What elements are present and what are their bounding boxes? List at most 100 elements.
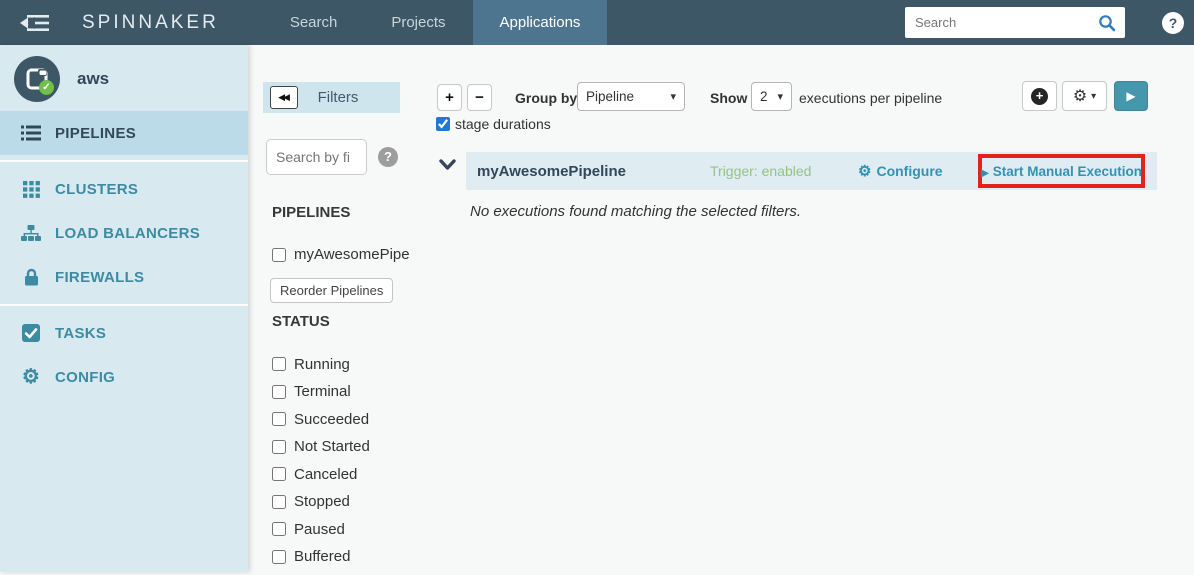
help-icon[interactable]: ? <box>1162 12 1184 34</box>
group-by-label: Group by <box>515 84 577 113</box>
sitemap-icon <box>19 225 43 242</box>
stage-durations-checkbox[interactable] <box>436 117 450 131</box>
filter-help-icon[interactable]: ? <box>378 147 398 167</box>
global-search-input[interactable] <box>905 15 1098 30</box>
list-icon <box>19 125 43 141</box>
status-row-succeeded[interactable]: Succeeded <box>272 410 370 428</box>
pipeline-group-row[interactable]: myAwesomePipeline Trigger: enabled ⚙ Con… <box>466 152 1157 190</box>
status-checkbox[interactable] <box>272 467 286 481</box>
circle-plus-icon: + <box>1031 88 1048 105</box>
status-row-running[interactable]: Running <box>272 355 370 373</box>
status-label: Canceled <box>294 466 357 483</box>
status-row-paused[interactable]: Paused <box>272 520 370 538</box>
start-manual-execution-label: Start Manual Execution <box>993 164 1142 179</box>
tab-projects[interactable]: Projects <box>364 0 472 45</box>
sidebar-item-label: PIPELINES <box>55 125 136 142</box>
sidebar-divider <box>0 304 248 306</box>
sidebar-item-config[interactable]: ⚙ CONFIG <box>0 355 248 399</box>
sidebar-item-pipelines[interactable]: PIPELINES <box>0 111 248 155</box>
gear-icon: ⚙ <box>1073 86 1087 106</box>
status-checkbox[interactable] <box>272 385 286 399</box>
show-label: Show <box>710 84 747 113</box>
app-brand: SPINNAKER <box>82 12 219 34</box>
chevron-down-icon: ▾ <box>777 90 783 103</box>
show-count-select[interactable]: 2 ▾ <box>751 82 792 111</box>
sidebar-item-label: FIREWALLS <box>55 269 144 286</box>
pipeline-filter-row[interactable]: myAwesomePipe <box>272 246 410 263</box>
status-checkbox[interactable] <box>272 550 286 564</box>
check-square-icon <box>19 324 43 342</box>
executions-main: + − Group by Pipeline ▾ Show 2 ▾ executi… <box>433 45 1194 572</box>
filters-panel: ◀◀ Filters ? PIPELINES myAwesomePipe Reo… <box>248 45 433 572</box>
search-icon[interactable] <box>1098 14 1116 32</box>
pipeline-name: myAwesomePipeline <box>477 163 626 180</box>
stage-durations-label: stage durations <box>455 116 551 132</box>
status-label: Terminal <box>294 383 351 400</box>
status-checkbox[interactable] <box>272 357 286 371</box>
sidebar-item-label: CONFIG <box>55 369 115 386</box>
filters-title: Filters <box>318 89 381 106</box>
status-row-stopped[interactable]: Stopped <box>272 493 370 511</box>
navbar-tabs: Search Projects Applications <box>263 0 608 45</box>
status-checkbox[interactable] <box>272 412 286 426</box>
status-row-buffered[interactable]: Buffered <box>272 548 370 566</box>
status-label: Paused <box>294 521 345 538</box>
start-execution-button[interactable]: ▶ <box>1114 81 1148 111</box>
app-sidebar: ✓ aws PIPELINES <box>0 45 248 572</box>
grid-icon <box>19 181 43 198</box>
status-label: Not Started <box>294 438 370 455</box>
sidebar-item-firewalls[interactable]: FIREWALLS <box>0 255 248 299</box>
pipeline-actions-button[interactable]: ⚙ ▾ <box>1062 81 1107 111</box>
collapse-menu-icon[interactable] <box>18 13 52 33</box>
sidebar-item-label: LOAD BALANCERS <box>55 225 200 242</box>
pipelines-filter-heading: PIPELINES <box>272 204 350 221</box>
status-label: Succeeded <box>294 411 369 428</box>
tab-applications[interactable]: Applications <box>473 0 608 45</box>
chevron-down-icon: ▾ <box>1091 91 1096 102</box>
status-row-not-started[interactable]: Not Started <box>272 438 370 456</box>
status-filter-heading: STATUS <box>272 313 330 330</box>
chevron-down-icon: ▾ <box>670 90 676 103</box>
gear-icon: ⚙ <box>19 367 43 387</box>
reorder-pipelines-button[interactable]: Reorder Pipelines <box>270 278 393 303</box>
gear-icon: ⚙ <box>858 162 871 180</box>
application-icon: ✓ <box>14 56 60 102</box>
status-checkbox[interactable] <box>272 522 286 536</box>
status-row-terminal[interactable]: Terminal <box>272 383 370 401</box>
sidebar-item-tasks[interactable]: TASKS <box>0 311 248 355</box>
group-by-value: Pipeline <box>586 89 634 104</box>
application-name: aws <box>77 69 109 89</box>
fast-backward-icon[interactable]: ◀◀ <box>270 86 298 109</box>
application-header: ✓ aws <box>0 45 248 111</box>
annotation-red-box: ▶Start Manual Execution <box>978 154 1145 188</box>
sidebar-item-load-balancers[interactable]: LOAD BALANCERS <box>0 211 248 255</box>
create-pipeline-button[interactable]: + <box>1022 81 1057 111</box>
lock-icon <box>19 268 43 286</box>
tab-search[interactable]: Search <box>263 0 365 45</box>
status-label: Running <box>294 356 350 373</box>
play-icon: ▶ <box>1126 89 1135 103</box>
start-manual-execution-link[interactable]: ▶Start Manual Execution <box>981 164 1142 179</box>
top-navbar: SPINNAKER Search Projects Applications ? <box>0 0 1194 45</box>
filter-search-input[interactable] <box>266 139 367 175</box>
configure-link[interactable]: ⚙ Configure <box>858 162 943 180</box>
sidebar-item-label: CLUSTERS <box>55 181 138 198</box>
group-by-select[interactable]: Pipeline ▾ <box>577 82 685 111</box>
chevron-down-icon[interactable] <box>439 159 456 171</box>
status-checkbox[interactable] <box>272 440 286 454</box>
collapse-all-button[interactable]: − <box>467 84 492 111</box>
sidebar-item-clusters[interactable]: CLUSTERS <box>0 167 248 211</box>
configure-label: Configure <box>876 163 942 179</box>
status-row-canceled[interactable]: Canceled <box>272 465 370 483</box>
expand-all-button[interactable]: + <box>437 84 462 111</box>
show-count-value: 2 <box>760 89 768 104</box>
stage-durations-toggle[interactable]: stage durations <box>436 116 551 132</box>
status-filter-list: Running Terminal Succeeded Not Started C… <box>272 355 370 575</box>
pipeline-filter-checkbox[interactable] <box>272 248 286 262</box>
status-label: Stopped <box>294 493 350 510</box>
pipeline-filter-label: myAwesomePipe <box>294 246 410 263</box>
status-checkbox[interactable] <box>272 495 286 509</box>
sidebar-divider <box>0 160 248 162</box>
status-label: Buffered <box>294 548 350 565</box>
app-status-check-icon: ✓ <box>39 80 54 95</box>
